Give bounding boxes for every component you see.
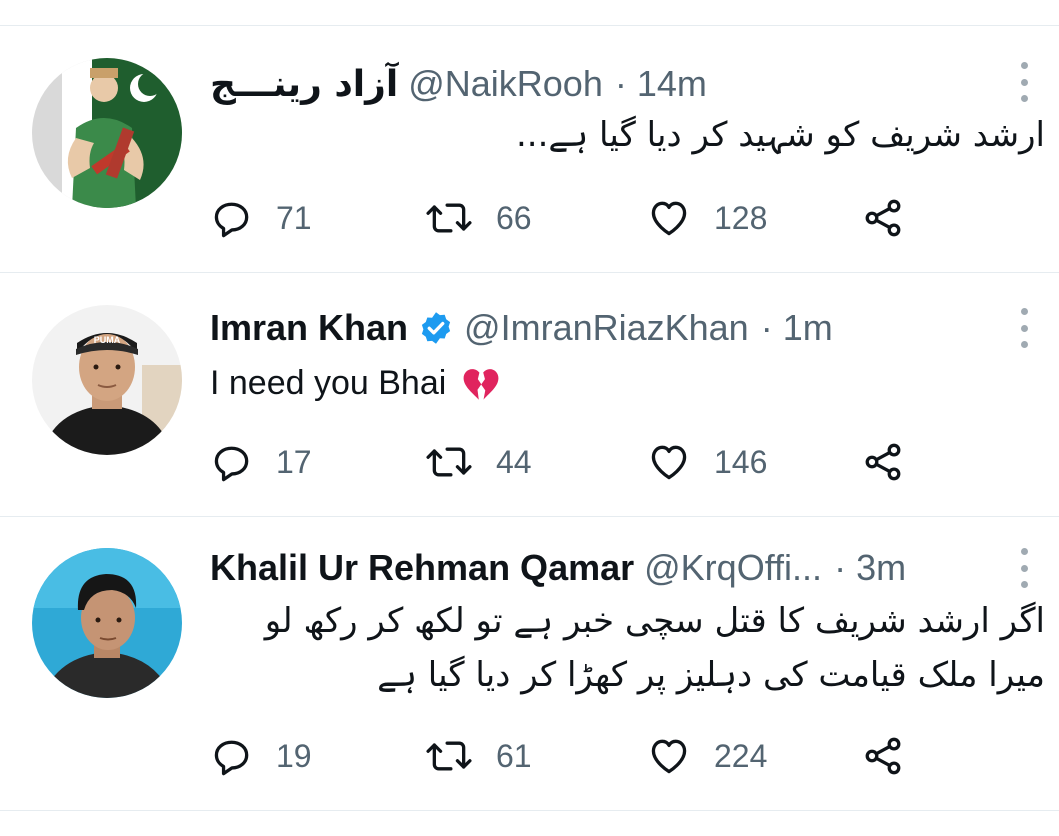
reply-count: 19 bbox=[276, 737, 312, 774]
retweet-icon bbox=[426, 447, 472, 477]
separator: · bbox=[614, 63, 627, 104]
avatar[interactable] bbox=[32, 58, 182, 208]
svg-text:PUMA: PUMA bbox=[94, 335, 121, 345]
display-name[interactable]: Khalil Ur Rehman Qamar bbox=[210, 547, 634, 589]
tweet-header: Imran Khan @ImranRiazKhan · 1m bbox=[210, 304, 833, 352]
verified-badge-icon bbox=[421, 312, 451, 344]
divider bbox=[0, 516, 1059, 517]
share-button[interactable] bbox=[860, 734, 906, 778]
like-count: 146 bbox=[714, 443, 768, 480]
like-count: 128 bbox=[714, 199, 768, 236]
retweet-icon bbox=[426, 203, 472, 233]
timestamp[interactable]: 1m bbox=[783, 307, 833, 349]
timestamp[interactable]: 3m bbox=[856, 547, 906, 589]
separator: · bbox=[760, 307, 773, 348]
retweet-count: 66 bbox=[496, 199, 532, 236]
display-name[interactable]: آزاد رینـــج bbox=[210, 64, 398, 105]
tweet-text-line: اگر ارشد شریف کا قتل سچی خبر ہے تو لکھ ک… bbox=[264, 601, 1045, 641]
like-icon bbox=[651, 201, 687, 236]
avatar[interactable]: PUMA bbox=[32, 305, 182, 455]
tweet-text: ارشد شریف کو شہید کر دیا گیا ہے... bbox=[515, 115, 1045, 155]
handle[interactable]: @KrqOffi... bbox=[644, 547, 822, 589]
display-name[interactable]: Imran Khan bbox=[210, 307, 408, 349]
share-icon bbox=[865, 199, 901, 237]
retweet-button[interactable]: 61 bbox=[424, 734, 532, 778]
tweet-text-content: I need you Bhai bbox=[210, 364, 447, 402]
tweet-text: I need you Bhai bbox=[210, 360, 1045, 406]
divider-bottom bbox=[0, 810, 1059, 811]
retweet-count: 61 bbox=[496, 737, 532, 774]
share-icon bbox=[865, 443, 901, 481]
like-button[interactable]: 224 bbox=[646, 734, 767, 778]
retweet-count: 44 bbox=[496, 443, 532, 480]
reply-button[interactable]: 17 bbox=[210, 440, 312, 484]
handle[interactable]: @NaikRooh bbox=[408, 63, 603, 105]
like-icon bbox=[651, 445, 687, 480]
tweet-header: Khalil Ur Rehman Qamar @KrqOffi... · 3m bbox=[210, 544, 906, 592]
retweet-icon bbox=[426, 741, 472, 771]
separator: · bbox=[834, 547, 847, 588]
reply-button[interactable]: 19 bbox=[210, 734, 312, 778]
like-icon bbox=[651, 739, 687, 774]
reply-count: 17 bbox=[276, 443, 312, 480]
reply-icon bbox=[214, 202, 249, 238]
handle[interactable]: @ImranRiazKhan bbox=[464, 307, 749, 349]
like-button[interactable]: 128 bbox=[646, 196, 767, 240]
share-button[interactable] bbox=[860, 440, 906, 484]
reply-icon bbox=[214, 446, 249, 482]
reply-icon bbox=[214, 740, 249, 776]
reply-count: 71 bbox=[276, 199, 312, 236]
avatar[interactable] bbox=[32, 548, 182, 698]
timestamp[interactable]: 14m bbox=[637, 63, 707, 105]
more-icon[interactable] bbox=[1017, 62, 1031, 102]
share-button[interactable] bbox=[860, 196, 906, 240]
reply-button[interactable]: 71 bbox=[210, 196, 312, 240]
retweet-button[interactable]: 44 bbox=[424, 440, 532, 484]
tweet-text-line: میرا ملک قیامت کی دہلیز پر کھڑا کر دیا گ… bbox=[377, 655, 1045, 695]
more-icon[interactable] bbox=[1017, 548, 1031, 588]
divider bbox=[0, 272, 1059, 273]
tweet-text: اگر ارشد شریف کا قتل سچی خبر ہے تو لکھ ک… bbox=[210, 598, 1045, 698]
share-icon bbox=[865, 737, 901, 775]
broken-heart-icon bbox=[463, 369, 499, 400]
tweet-header: آزاد رینـــج @NaikRooh · 14m bbox=[210, 60, 707, 108]
retweet-button[interactable]: 66 bbox=[424, 196, 532, 240]
like-button[interactable]: 146 bbox=[646, 440, 767, 484]
divider-top bbox=[0, 25, 1059, 26]
more-icon[interactable] bbox=[1017, 308, 1031, 348]
like-count: 224 bbox=[714, 737, 768, 774]
